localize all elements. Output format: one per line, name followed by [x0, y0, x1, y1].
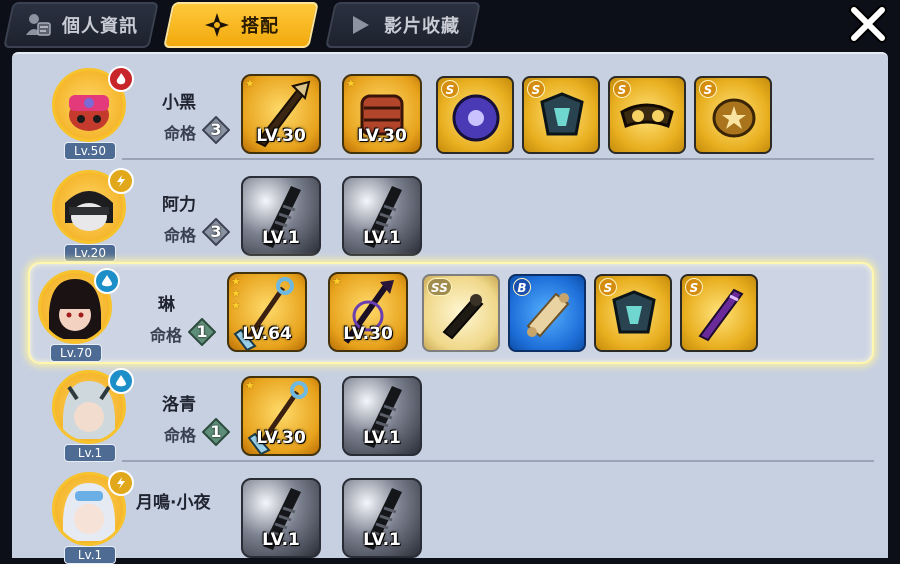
weapon-level: LV.1	[363, 530, 401, 550]
water-element-icon	[94, 268, 120, 294]
weapon-level: LV.30	[256, 126, 306, 146]
star-icon: ★	[332, 275, 342, 288]
fate-value: 3	[210, 120, 222, 139]
equipment-slot[interactable]: S	[522, 76, 600, 154]
water-element-icon	[108, 368, 134, 394]
character-name: 阿力	[162, 195, 196, 215]
character-name: 洛青	[162, 395, 196, 415]
character-row[interactable]: Lv.20 阿力 命格 3 LV.1 LV.1	[26, 164, 872, 262]
weapon-level: LV.1	[363, 428, 401, 448]
thunder-element-icon	[108, 470, 134, 496]
fate-badge: 3	[201, 217, 231, 247]
close-button[interactable]	[846, 4, 890, 48]
play-icon	[346, 11, 374, 39]
tab-videos-label: 影片收藏	[384, 16, 460, 37]
fate-value: 1	[210, 422, 222, 441]
fate-value: 3	[210, 222, 222, 241]
tab-videos[interactable]: 影片收藏	[325, 2, 481, 48]
fate-badge: 3	[201, 115, 231, 145]
weapon-slot[interactable]: LV.1	[342, 176, 422, 256]
shuriken-icon	[203, 11, 231, 39]
equipment-slot[interactable]: S	[594, 274, 672, 352]
fate-label: 命格	[164, 426, 197, 445]
weapon-slot[interactable]: ★ LV.30	[342, 74, 422, 154]
weapon-level: LV.1	[262, 530, 300, 550]
tab-loadout[interactable]: 搭配	[163, 2, 319, 48]
weapon-level: LV.1	[262, 228, 300, 248]
weapon-level: LV.64	[242, 324, 292, 344]
fate-value: 1	[196, 322, 208, 341]
weapon-stars: ★ ★ ★	[231, 276, 241, 312]
weapon-stars: ★	[245, 78, 255, 90]
weapon-slot[interactable]: LV.1	[342, 376, 422, 456]
tab-bar: 個人資訊 搭配 影片收藏	[0, 0, 900, 52]
weapon-level: LV.1	[363, 228, 401, 248]
character-level: Lv.20	[64, 244, 116, 262]
weapon-slot[interactable]: LV.1	[241, 478, 321, 558]
star-icon: ★	[245, 379, 255, 392]
row-divider	[122, 158, 874, 160]
weapon-stars: ★	[245, 380, 255, 392]
weapon-slot[interactable]: ★ LV.30	[328, 272, 408, 352]
equipment-rank: SS	[427, 278, 452, 296]
equipment-slot[interactable]: S	[436, 76, 514, 154]
fire-element-icon	[108, 66, 134, 92]
equipment-slot[interactable]: S	[680, 274, 758, 352]
weapon-level: LV.30	[357, 126, 407, 146]
thunder-element-icon	[108, 168, 134, 194]
weapon-slot[interactable]: LV.1	[241, 176, 321, 256]
character-level: Lv.70	[50, 344, 102, 362]
equipment-rank: S	[699, 80, 717, 98]
equipment-slot[interactable]: S	[608, 76, 686, 154]
tab-loadout-label: 搭配	[241, 16, 279, 37]
fate-label: 命格	[164, 124, 197, 143]
loadout-panel: Lv.50 小黑 命格 3 ★ LV.30 ★ LV.30 S S S S Lv…	[12, 52, 888, 564]
equipment-slot[interactable]: SS	[422, 274, 500, 352]
character-level: Lv.50	[64, 142, 116, 160]
weapon-level: LV.30	[343, 324, 393, 344]
weapon-slot[interactable]: LV.1	[342, 478, 422, 558]
character-name: 琳	[158, 295, 175, 315]
equipment-rank: S	[599, 278, 617, 296]
weapon-stars: ★	[346, 78, 356, 90]
star-icon: ★	[231, 299, 241, 312]
weapon-stars: ★	[332, 276, 342, 288]
weapon-level: LV.30	[256, 428, 306, 448]
equipment-slot[interactable]: S	[694, 76, 772, 154]
equipment-slot[interactable]: B	[508, 274, 586, 352]
profile-icon	[24, 11, 52, 39]
equipment-rank: S	[527, 80, 545, 98]
character-row[interactable]: Lv.50 小黑 命格 3 ★ LV.30 ★ LV.30 S S S S	[26, 62, 872, 160]
character-level: Lv.1	[64, 444, 116, 462]
fate-label: 命格	[150, 326, 183, 345]
star-icon: ★	[346, 77, 356, 90]
equipment-rank: B	[513, 278, 531, 296]
weapon-slot[interactable]: ★ ★ ★ LV.64	[227, 272, 307, 352]
star-icon: ★	[245, 77, 255, 90]
close-icon	[848, 4, 888, 48]
character-level: Lv.1	[64, 546, 116, 564]
character-row[interactable]: Lv.1 洛青 命格 1 ★ LV.30 LV.1	[26, 364, 872, 462]
character-row-selected[interactable]: Lv.70 琳 命格 1 ★ ★ ★ LV.64 ★ LV.30 SS B S …	[28, 262, 874, 364]
fate-badge: 1	[187, 317, 217, 347]
weapon-slot[interactable]: ★ LV.30	[241, 376, 321, 456]
row-divider	[122, 460, 874, 462]
tab-profile[interactable]: 個人資訊	[3, 2, 159, 48]
fate-badge: 1	[201, 417, 231, 447]
tab-profile-label: 個人資訊	[62, 16, 138, 37]
character-row[interactable]: Lv.1 月鳴·小夜 LV.1 LV.1	[26, 466, 872, 564]
equipment-rank: S	[441, 80, 459, 98]
character-name: 小黑	[162, 93, 196, 113]
character-name: 月鳴·小夜	[136, 493, 211, 513]
equipment-rank: S	[685, 278, 703, 296]
fate-label: 命格	[164, 226, 197, 245]
equipment-rank: S	[613, 80, 631, 98]
weapon-slot[interactable]: ★ LV.30	[241, 74, 321, 154]
